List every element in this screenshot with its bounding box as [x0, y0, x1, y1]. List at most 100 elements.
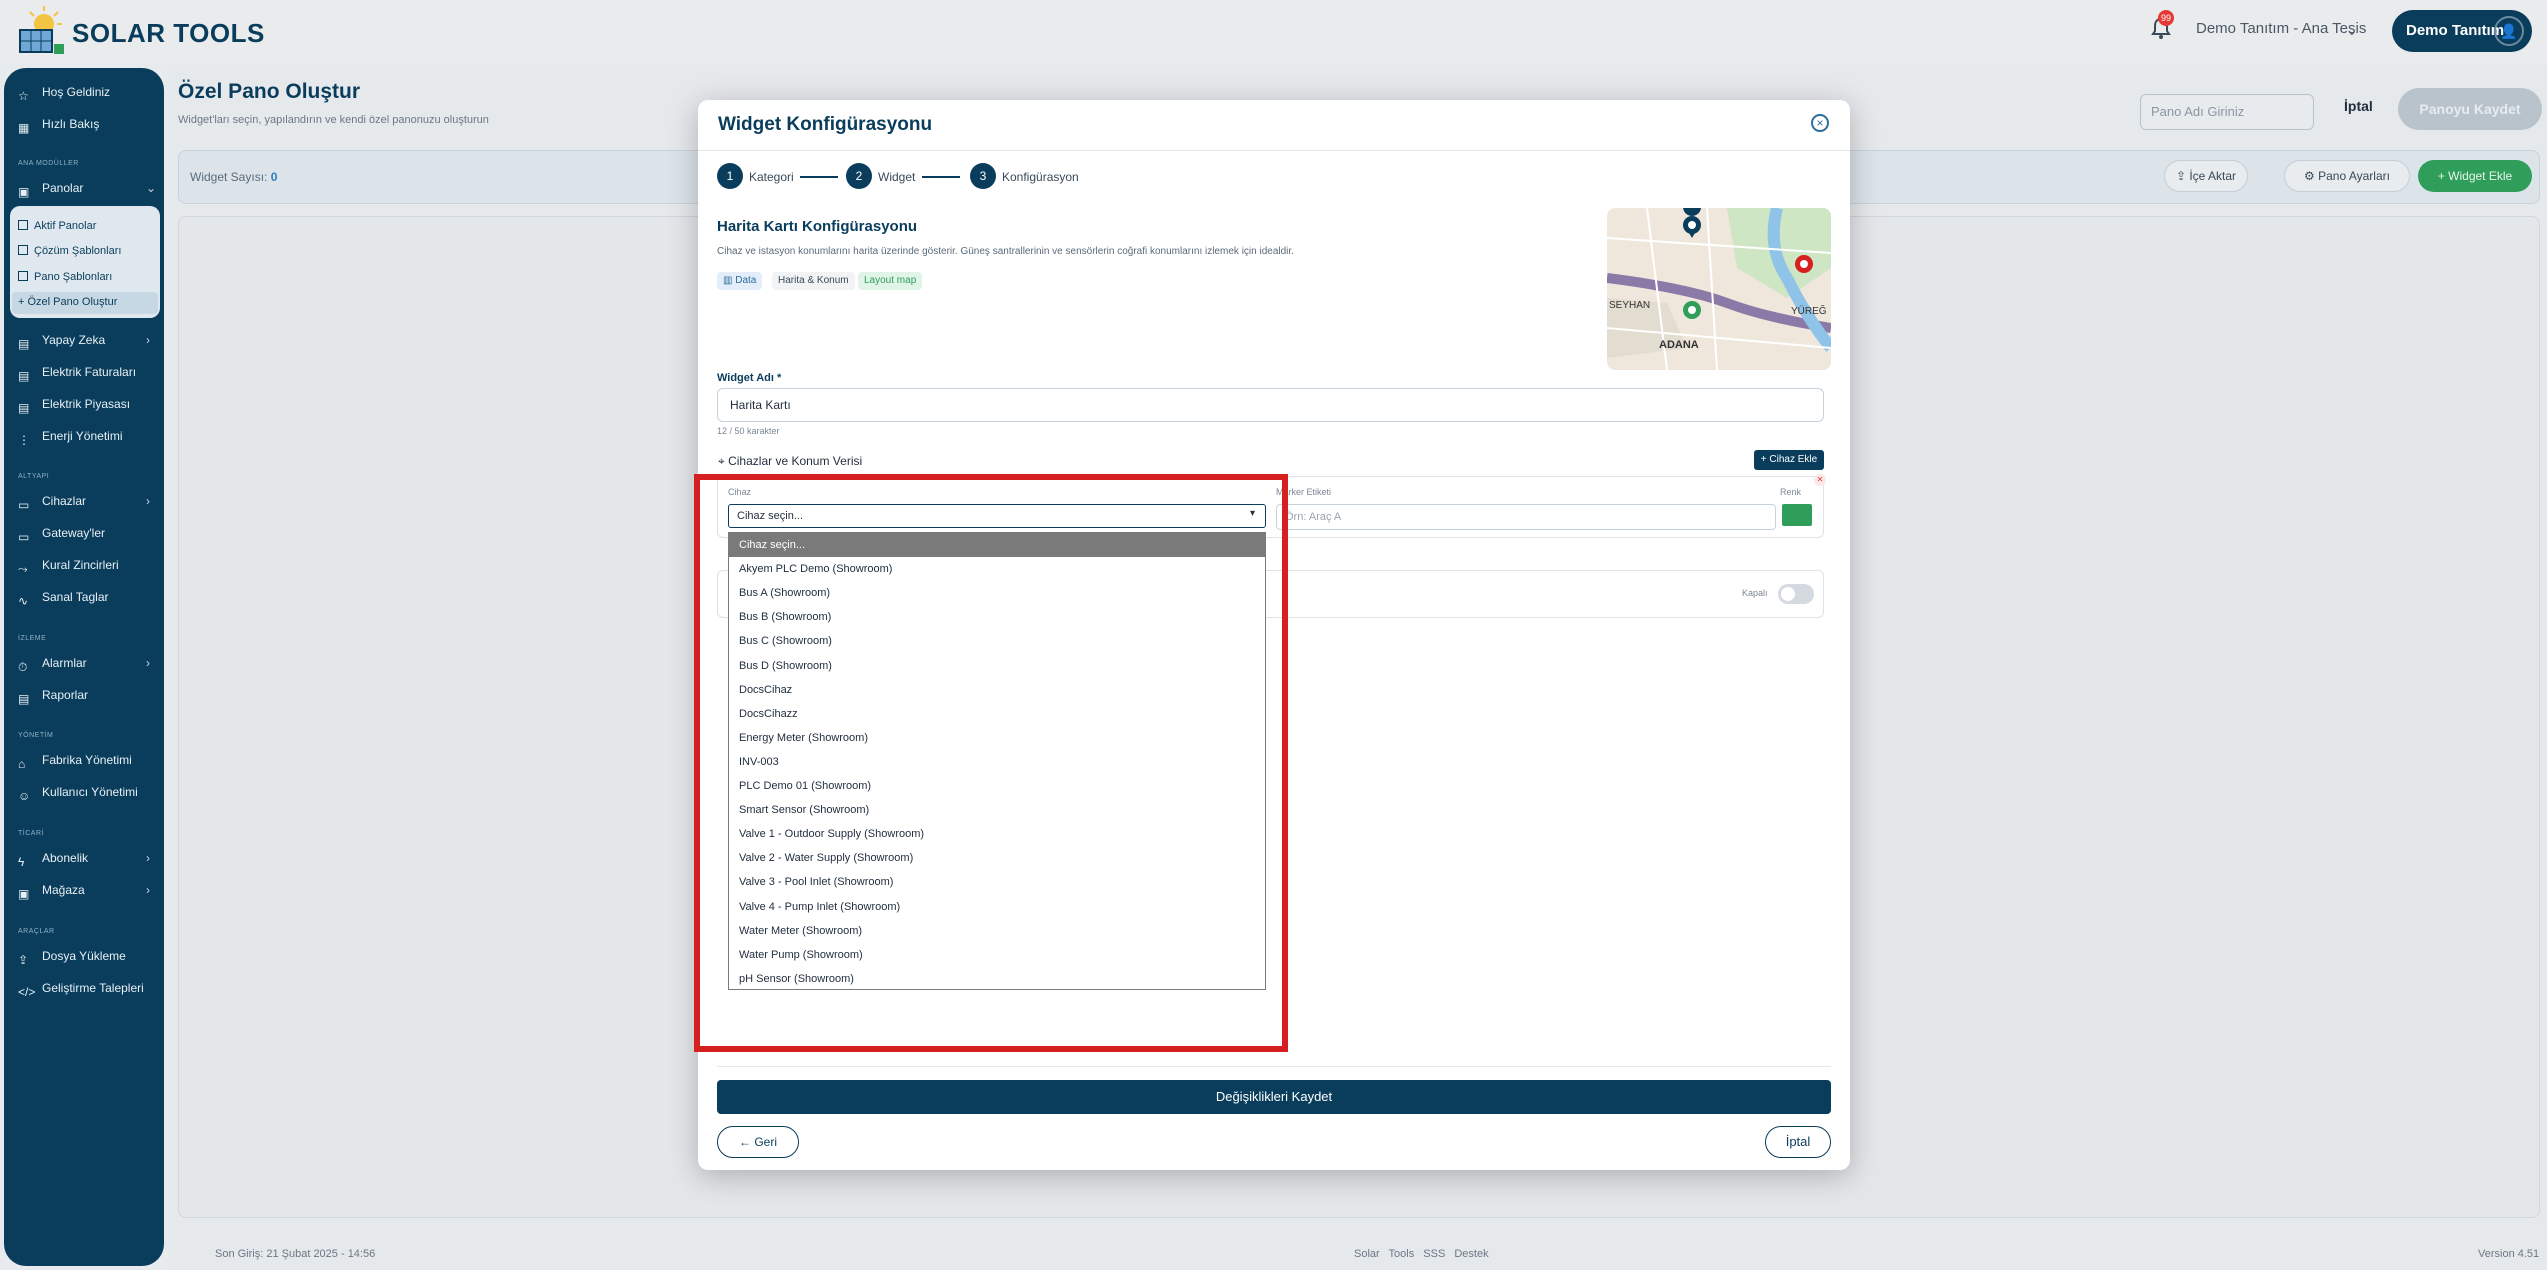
- sidebar-item-alarms[interactable]: ⏱ Alarmlar ›: [18, 651, 158, 675]
- section-label: ALTYAPI: [18, 473, 50, 480]
- page-title: Özel Pano Oluştur: [178, 80, 361, 103]
- step-connector: [922, 176, 960, 178]
- monitor-icon: ▭: [18, 498, 30, 512]
- section-label: ANA MODÜLLER: [18, 160, 79, 167]
- color-swatch[interactable]: [1782, 504, 1812, 526]
- code-icon: </>: [18, 985, 36, 999]
- document-icon: [18, 271, 28, 281]
- chain-icon: ⤳: [18, 562, 28, 576]
- sidebar-item-reports[interactable]: ▤ Raporlar: [18, 683, 158, 707]
- sidebar-item-ai[interactable]: ▤ Yapay Zeka ›: [18, 328, 158, 352]
- sidebar-item-market[interactable]: ▤ Elektrik Piyasası: [18, 392, 158, 416]
- submenu-item-custom-dashboard[interactable]: + Özel Pano Oluştur: [18, 292, 117, 312]
- trash-icon[interactable]: ✕: [1814, 474, 1826, 486]
- sidebar-item-store[interactable]: ▣ Mağaza ›: [18, 878, 158, 902]
- chevron-down-icon: ⌄: [146, 181, 157, 195]
- users-icon: ☺: [18, 789, 31, 803]
- widget-name-input[interactable]: Harita Kartı: [717, 388, 1824, 422]
- sidebar-item-overview[interactable]: ▦ Hızlı Bakış: [18, 112, 158, 136]
- sidebar-item-factory[interactable]: ⌂ Fabrika Yönetimi: [18, 748, 158, 772]
- server-icon: ▭: [18, 530, 30, 544]
- toggle-label: Kapalı: [1742, 588, 1768, 598]
- sidebar-item-panolar[interactable]: ▣ Panolar ⌄: [18, 176, 158, 200]
- sidebar-item-users[interactable]: ☺ Kullanıcı Yönetimi: [18, 780, 158, 804]
- sidebar-item-virtual-tags[interactable]: ∿ Sanal Taglar: [18, 585, 158, 609]
- sidebar-item-gateways[interactable]: ▭ Gateway'ler: [18, 521, 158, 545]
- store-icon: ▣: [18, 887, 30, 901]
- grid-icon: ▦: [18, 121, 30, 135]
- chevron-right-icon: ›: [146, 333, 150, 347]
- sidebar-item-invoices[interactable]: ▤ Elektrik Faturaları: [18, 360, 158, 384]
- tag-map: Harita & Konum: [772, 272, 855, 290]
- step-label: Konfigürasyon: [1002, 170, 1079, 184]
- dashboard-name-input[interactable]: Pano Adı Giriniz: [2140, 94, 2314, 130]
- config-title: Harita Kartı Konfigürasyonu: [717, 218, 918, 235]
- map-preview: SEYHAN ADANA YÜREĞ: [1607, 208, 1831, 370]
- sidebar-item-dev-requests[interactable]: </> Geliştirme Talepleri: [18, 976, 158, 1000]
- marker-label-input[interactable]: Örn: Araç A: [1276, 504, 1776, 530]
- dashboard-settings-button[interactable]: ⚙ Pano Ayarları: [2284, 160, 2410, 192]
- add-device-button[interactable]: + Cihaz Ekle: [1754, 450, 1824, 470]
- step-label: Kategori: [749, 170, 794, 184]
- page-subtitle: Widget'ları seçin, yapılandırın ve kendi…: [178, 114, 489, 126]
- location-pin-icon: ⌖: [718, 454, 729, 468]
- footer-links[interactable]: Solar Tools SSS Destek: [1354, 1248, 1489, 1260]
- user-name: Demo Tanıtım: [2406, 22, 2505, 39]
- map-label: YÜREĞ: [1791, 304, 1827, 317]
- last-login: Son Giriş: 21 Şubat 2025 - 14:56: [215, 1248, 376, 1260]
- sliders-icon: ⋮: [18, 433, 30, 447]
- step-number: 1: [717, 163, 743, 189]
- divider: [698, 150, 1850, 151]
- step-label: Widget: [878, 170, 916, 184]
- widget-name-label: Widget Adı *: [717, 372, 782, 384]
- notification-badge: 99: [2158, 10, 2174, 26]
- close-icon[interactable]: ×: [1811, 114, 1829, 132]
- upload-icon: ⇪: [2175, 169, 2190, 183]
- submenu-item-active-dashboards[interactable]: Aktif Panolar: [18, 216, 96, 236]
- save-dashboard-button[interactable]: Panoyu Kaydet: [2398, 88, 2542, 130]
- submenu-item-solution-templates[interactable]: Çözüm Şablonları: [18, 241, 121, 261]
- section-label: İZLEME: [18, 635, 47, 642]
- section-label: YÖNETİM: [18, 732, 54, 739]
- char-counter: 12 / 50 karakter: [717, 426, 780, 436]
- chart-icon: ▥: [723, 275, 736, 286]
- section-label: TİCARİ: [18, 830, 44, 837]
- sidebar-item-upload[interactable]: ⇪ Dosya Yükleme: [18, 944, 158, 968]
- version-label: Version 4.51: [2478, 1248, 2540, 1260]
- cancel-button[interactable]: İptal: [1765, 1126, 1831, 1158]
- sidebar-item-subscription[interactable]: ϟ Abonelik ›: [18, 846, 158, 870]
- submenu-item-dashboard-templates[interactable]: Pano Şablonları: [18, 267, 112, 287]
- map-label: SEYHAN: [1609, 300, 1650, 311]
- add-widget-button[interactable]: + Widget Ekle: [2418, 160, 2532, 192]
- tag-data: ▥ Data: [717, 272, 763, 290]
- sidebar-item-rules[interactable]: ⤳ Kural Zincirleri: [18, 553, 158, 577]
- step-number: 3: [970, 163, 996, 189]
- sidebar-item-welcome[interactable]: ☆ Hoş Geldiniz: [18, 80, 158, 104]
- back-button[interactable]: ← Geri: [717, 1126, 799, 1158]
- section-label: ARAÇLAR: [18, 928, 55, 935]
- sidebar-item-devices[interactable]: ▭ Cihazlar ›: [18, 489, 158, 513]
- facility-selector[interactable]: Demo Tanıtım - Ana Tesis: [2196, 20, 2366, 37]
- import-button[interactable]: ⇪ İçe Aktar: [2164, 160, 2248, 192]
- plus-icon: +: [2437, 169, 2449, 183]
- star-icon: ☆: [18, 89, 29, 103]
- chevron-right-icon: ›: [146, 656, 150, 670]
- cancel-button[interactable]: İptal: [2344, 98, 2373, 114]
- step-connector: [800, 176, 838, 178]
- solar-logo-icon: [19, 6, 64, 54]
- user-avatar-icon[interactable]: 👤: [2494, 16, 2524, 46]
- devices-header: ⌖ Cihazlar ve Konum Verisi: [718, 454, 863, 468]
- dashboard-icon: ▣: [18, 185, 30, 199]
- save-changes-button[interactable]: Değişiklikleri Kaydet: [717, 1080, 1831, 1114]
- chevron-down-icon[interactable]: ⌄: [2346, 22, 2358, 39]
- upload-icon: ⇪: [18, 953, 29, 967]
- bolt-icon: ϟ: [18, 855, 25, 869]
- invoice-icon: ▤: [18, 369, 30, 383]
- config-description: Cihaz ve istasyon konumlarını harita üze…: [717, 246, 1294, 257]
- brand-name: SOLAR TOOLS: [72, 18, 265, 48]
- sidebar-item-energy[interactable]: ⋮ Enerji Yönetimi: [18, 424, 158, 448]
- grid-icon: [18, 220, 28, 230]
- map-label: ADANA: [1659, 339, 1699, 351]
- report-icon: ▤: [18, 692, 30, 706]
- gear-icon: ⚙: [2304, 169, 2319, 183]
